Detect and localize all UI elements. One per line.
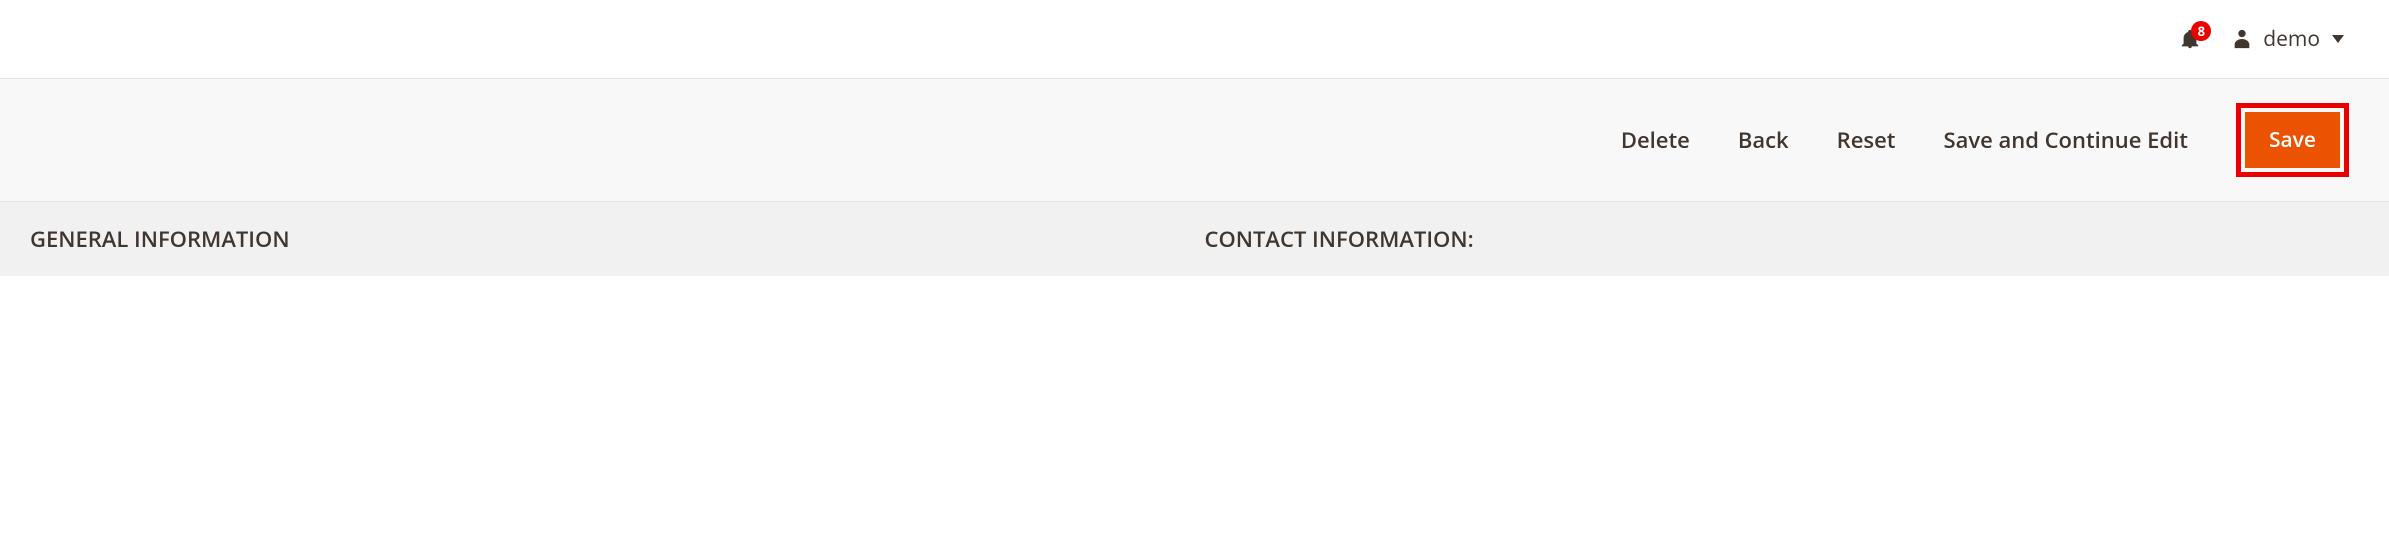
save-button-highlight: Save: [2236, 103, 2349, 177]
notification-badge: 8: [2191, 21, 2211, 41]
chevron-down-icon: [2332, 35, 2344, 43]
section-headers: GENERAL INFORMATION CONTACT INFORMATION:: [0, 202, 2389, 276]
header-right: 8 demo: [0, 0, 2389, 78]
reset-button[interactable]: Reset: [1837, 125, 1896, 155]
save-button[interactable]: Save: [2245, 112, 2340, 168]
contact-information-header: CONTACT INFORMATION:: [1195, 224, 2360, 254]
notification-button[interactable]: 8: [2179, 27, 2201, 51]
delete-button[interactable]: Delete: [1621, 125, 1690, 155]
username-label: demo: [2263, 25, 2320, 53]
save-continue-button[interactable]: Save and Continue Edit: [1943, 125, 2187, 155]
back-button[interactable]: Back: [1738, 125, 1789, 155]
user-icon: [2231, 27, 2253, 51]
action-bar: Delete Back Reset Save and Continue Edit…: [0, 78, 2389, 202]
user-menu[interactable]: demo: [2231, 25, 2344, 53]
general-information-header: GENERAL INFORMATION: [30, 224, 1195, 254]
